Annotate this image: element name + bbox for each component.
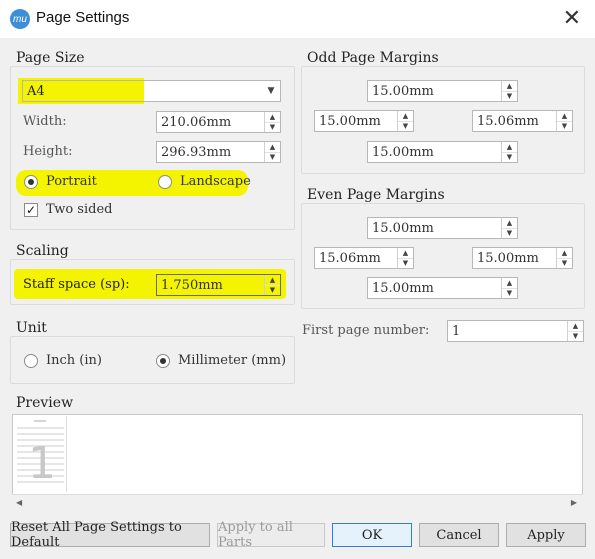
odd-bottom-value: 15.00mm [372,144,434,160]
spin-arrows-icon[interactable]: ▲ ▼ [556,111,572,131]
spin-arrows-icon[interactable]: ▲ ▼ [264,142,280,162]
height-spinbox[interactable]: 296.93mm ▲ ▼ [156,141,281,163]
even-left-margin[interactable]: 15.06mm ▲ ▼ [314,247,414,269]
preview-title: Preview [16,395,74,411]
odd-right-margin[interactable]: 15.06mm ▲ ▼ [472,110,573,132]
odd-bottom-margin[interactable]: 15.00mm ▲ ▼ [367,141,518,163]
odd-left-value: 15.00mm [319,113,381,129]
inch-label: Inch (in) [46,353,102,368]
spin-arrows-icon[interactable]: ▲ ▼ [567,321,583,341]
millimeter-label: Millimeter (mm) [178,353,287,368]
even-top-margin[interactable]: 15.00mm ▲ ▼ [367,217,518,239]
width-label: Width: [23,114,67,129]
radio-selected-icon[interactable] [156,353,170,368]
unit-title: Unit [16,320,51,336]
even-right-margin[interactable]: 15.00mm ▲ ▼ [472,247,573,269]
inch-radio[interactable]: Inch (in) [24,353,102,368]
spin-arrows-icon[interactable]: ▲ ▼ [501,278,517,298]
preview-page-thumbnail: 1 [14,416,67,492]
spin-arrows-icon[interactable]: ▲ ▼ [556,248,572,268]
spin-arrows-icon[interactable]: ▲ ▼ [264,275,280,295]
staff-space-label: Staff space (sp): [23,277,130,292]
landscape-radio[interactable]: Landscape [158,174,251,189]
odd-left-margin[interactable]: 15.00mm ▲ ▼ [314,110,414,132]
portrait-label: Portrait [46,174,97,189]
height-label: Height: [23,144,73,159]
scroll-right-icon[interactable]: ▶ [571,498,577,507]
staff-space-value: 1.750mm [161,277,223,293]
first-page-number-spinbox[interactable]: 1 ▲ ▼ [447,320,584,342]
odd-margins-title: Odd Page Margins [307,50,443,66]
even-top-value: 15.00mm [372,220,434,236]
landscape-label: Landscape [180,174,251,189]
spin-arrows-icon[interactable]: ▲ ▼ [501,81,517,101]
odd-top-margin[interactable]: 15.00mm ▲ ▼ [367,80,518,102]
staff-space-spinbox[interactable]: 1.750mm ▲ ▼ [156,274,281,296]
paper-size-value: A4 [27,83,45,99]
odd-top-value: 15.00mm [372,83,434,99]
even-right-value: 15.00mm [477,250,539,266]
even-bottom-value: 15.00mm [372,280,434,296]
scroll-left-icon[interactable]: ◀ [16,498,22,507]
first-page-number-value: 1 [452,323,461,339]
radio-unselected-icon[interactable] [158,174,172,189]
cancel-button[interactable]: Cancel [419,523,499,547]
two-sided-label: Two sided [46,202,113,217]
even-left-value: 15.06mm [319,250,381,266]
radio-selected-icon[interactable] [24,174,38,189]
preview-horizontal-scrollbar[interactable]: ◀ ▶ [12,494,583,510]
apply-to-all-parts-button[interactable]: Apply to all Parts [217,520,325,550]
preview-page-number: 1 [28,438,56,489]
height-value: 296.93mm [161,144,232,160]
chevron-down-icon[interactable]: ▼ [262,86,280,96]
title-bar: mu Page Settings ✕ [0,0,595,38]
close-icon[interactable]: ✕ [563,6,581,30]
millimeter-radio[interactable]: Millimeter (mm) [156,353,286,368]
apply-button[interactable]: Apply [506,523,586,547]
width-spinbox[interactable]: 210.06mm ▲ ▼ [156,111,281,133]
even-margins-title: Even Page Margins [307,187,449,203]
ok-button[interactable]: OK [332,523,412,547]
odd-right-value: 15.06mm [477,113,539,129]
spin-arrows-icon[interactable]: ▲ ▼ [397,248,413,268]
spin-arrows-icon[interactable]: ▲ ▼ [501,218,517,238]
two-sided-checkbox[interactable]: ✓ Two sided [24,202,112,217]
reset-defaults-button[interactable]: Reset All Page Settings to Default [10,520,210,550]
spin-arrows-icon[interactable]: ▲ ▼ [264,112,280,132]
even-bottom-margin[interactable]: 15.00mm ▲ ▼ [367,277,518,299]
spin-arrows-icon[interactable]: ▲ ▼ [397,111,413,131]
spin-arrows-icon[interactable]: ▲ ▼ [501,142,517,162]
page-size-title: Page Size [16,50,89,66]
portrait-radio[interactable]: Portrait [24,174,97,189]
paper-size-select[interactable]: A4 ▼ [22,80,281,102]
radio-unselected-icon[interactable] [24,353,38,368]
first-page-number-label: First page number: [302,323,430,338]
window-title: Page Settings [36,9,130,26]
musescore-app-icon: mu [10,9,30,29]
width-value: 210.06mm [161,114,232,130]
scaling-title: Scaling [16,243,73,259]
checkmark-icon[interactable]: ✓ [24,202,38,217]
